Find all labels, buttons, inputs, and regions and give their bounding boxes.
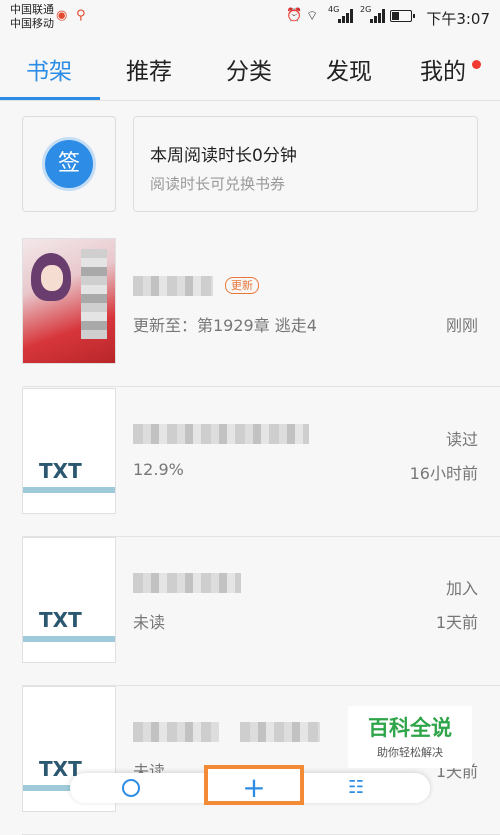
book-title-blurred <box>133 424 309 444</box>
signin-button[interactable]: 签 <box>42 137 96 191</box>
tab-category[interactable]: 分类 <box>226 52 272 86</box>
book-cover-image[interactable] <box>22 238 116 364</box>
cover-label: TXT <box>39 459 82 483</box>
status-time: 下午3:07 <box>426 10 490 28</box>
book-status: 读过 <box>445 430 478 449</box>
book-time: 刚刚 <box>445 316 478 335</box>
book-title-blurred <box>240 722 320 742</box>
cover-mosaic <box>81 249 107 339</box>
active-tab-indicator <box>0 97 100 100</box>
cover-stripe <box>23 487 115 493</box>
reading-time-title: 本周阅读时长0分钟 <box>150 146 297 166</box>
signal-icon-1 <box>338 9 356 23</box>
book-progress: 更新至：第1929章 逃走4 <box>133 316 317 335</box>
notification-dot <box>472 60 481 69</box>
book-progress: 未读 <box>133 613 166 632</box>
list-icon[interactable]: ☷ <box>348 777 364 798</box>
book-row[interactable]: TXT 读过 12.9% 16小时前 <box>22 388 500 537</box>
tab-discover[interactable]: 发现 <box>326 52 372 86</box>
search-icon[interactable] <box>122 779 140 797</box>
watermark-title: 百科全说 <box>368 716 452 740</box>
book-time: 16小时前 <box>409 464 478 483</box>
book-time: 1天前 <box>435 613 478 632</box>
reading-time-subtitle: 阅读时长可兑换书券 <box>150 175 286 193</box>
book-title-blurred <box>133 722 219 742</box>
tab-recommend[interactable]: 推荐 <box>126 52 172 86</box>
weibo-icon: ◉ <box>56 8 68 23</box>
book-title-blurred <box>133 276 213 296</box>
carrier-label-1: 中国联通 <box>10 3 54 16</box>
cover-figure-face <box>41 265 63 291</box>
status-bar: 中国联通 中国移动 ◉ ⚲ ⏰ ⌔ 4G 2G 下午3:07 <box>0 0 500 34</box>
book-cover-txt[interactable]: TXT <box>22 537 116 663</box>
signin-card[interactable]: 签 <box>22 116 116 212</box>
tab-mine[interactable]: 我的 <box>420 52 466 86</box>
wifi-icon: ⌔ <box>306 9 319 24</box>
watermark-logo: 百科全说 助你轻松解决 <box>348 706 472 768</box>
book-row[interactable]: TXT 加入 未读 1天前 <box>22 537 500 686</box>
book-progress: 12.9% <box>133 460 184 479</box>
reading-time-card[interactable]: 本周阅读时长0分钟 阅读时长可兑换书券 <box>133 116 478 212</box>
book-status: 加入 <box>445 579 478 598</box>
alarm-icon: ⏰ <box>286 8 303 23</box>
book-row[interactable]: 更新 更新至：第1929章 逃走4 刚刚 <box>22 238 500 387</box>
cover-label: TXT <box>39 608 82 632</box>
add-book-button[interactable]: + <box>204 765 304 805</box>
signal-icon-2 <box>370 9 388 23</box>
top-tab-bar: 书架 推荐 分类 发现 我的 <box>0 34 500 101</box>
tab-bookshelf[interactable]: 书架 <box>26 52 72 86</box>
bottom-action-bar: + ☷ <box>70 765 430 805</box>
carrier-label-2: 中国移动 <box>10 17 54 30</box>
book-cover-txt[interactable]: TXT <box>22 388 116 514</box>
update-badge: 更新 <box>225 277 259 294</box>
battery-icon <box>390 10 415 22</box>
watermark-subtitle: 助你轻松解决 <box>377 746 443 759</box>
book-title-blurred <box>133 573 241 593</box>
cover-stripe <box>23 636 115 642</box>
location-icon: ⚲ <box>76 8 86 23</box>
